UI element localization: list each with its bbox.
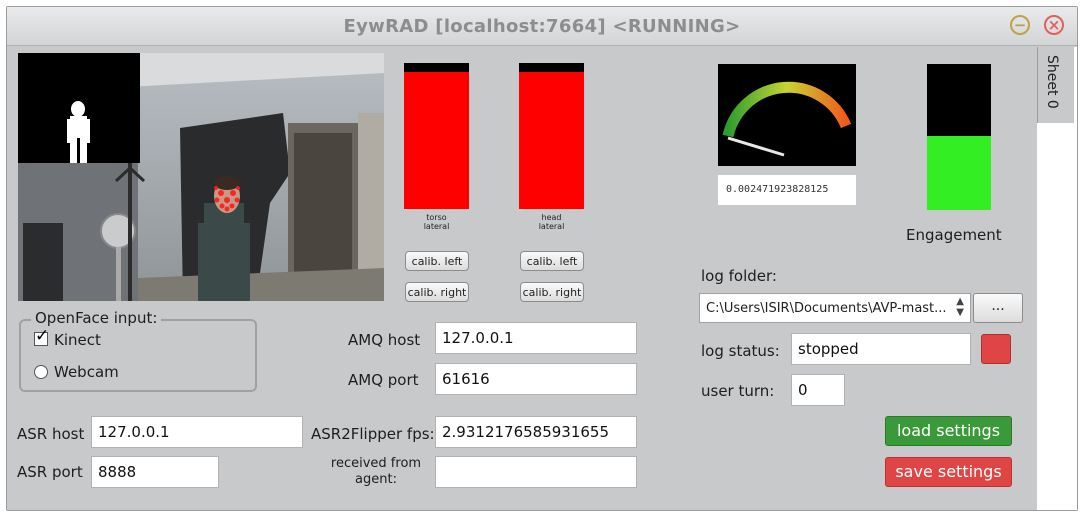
- webcam-radio[interactable]: [34, 365, 48, 379]
- amq-host-input[interactable]: 127.0.0.1: [435, 322, 637, 354]
- log-status-indicator: [981, 334, 1011, 364]
- title-bar: EywRAD [localhost:7664] <RUNNING> − ×: [7, 7, 1077, 46]
- user-turn-field: 0: [791, 374, 845, 406]
- torso-label: torso lateral: [404, 213, 469, 231]
- torso-label-line2: lateral: [423, 222, 450, 231]
- asr2flipper-fps-label: ASR2Flipper fps:: [311, 425, 435, 443]
- minimize-icon[interactable]: −: [1010, 15, 1030, 35]
- log-status-field: stopped: [791, 333, 971, 365]
- received-label-line1: received from: [330, 456, 422, 471]
- log-folder-select[interactable]: C:\Users\ISIR\Documents\AVP-mast... ▲ ▼: [699, 293, 971, 323]
- head-bar: [519, 63, 584, 209]
- user-turn-label: user turn:: [701, 382, 775, 400]
- kinect-label: Kinect: [54, 331, 101, 349]
- head-calib-left-button[interactable]: calib. left: [520, 251, 584, 271]
- openface-legend: OpenFace input:: [31, 309, 162, 327]
- torso-label-line1: torso: [426, 213, 447, 222]
- log-status-label: log status:: [701, 342, 780, 360]
- asr-host-input[interactable]: 127.0.0.1: [91, 416, 303, 448]
- camera-view: [18, 53, 384, 301]
- head-label-line2: lateral: [538, 222, 565, 231]
- asr2flipper-fps-input[interactable]: 2.9312176585931655: [435, 416, 637, 448]
- head-bar-fill: [519, 71, 584, 209]
- app-window: EywRAD [localhost:7664] <RUNNING> − × Sh…: [6, 6, 1078, 511]
- received-label-line2: agent:: [355, 472, 397, 487]
- asr-host-label: ASR host: [17, 425, 85, 443]
- torso-calib-right-button[interactable]: calib. right: [405, 282, 469, 302]
- openface-group: [19, 319, 257, 392]
- torso-bar-fill: [404, 71, 469, 209]
- received-from-agent-input[interactable]: [435, 456, 637, 488]
- updown-icon: ▲ ▼: [956, 296, 964, 318]
- checkmark-icon: ✓: [35, 326, 50, 346]
- head-label-line1: head: [541, 213, 562, 222]
- asr-port-input[interactable]: 8888: [91, 456, 219, 488]
- amq-port-input[interactable]: 61616: [435, 363, 637, 395]
- window-title: EywRAD [localhost:7664] <RUNNING>: [343, 16, 741, 37]
- gauge: [718, 64, 856, 166]
- gauge-icon: [722, 81, 852, 157]
- torso-bar: [404, 63, 469, 209]
- load-settings-button[interactable]: load settings: [885, 416, 1012, 446]
- torso-calib-left-button[interactable]: calib. left: [405, 251, 469, 271]
- save-settings-button[interactable]: save settings: [885, 457, 1012, 487]
- head-calib-right-button[interactable]: calib. right: [520, 282, 584, 302]
- engagement-bar-fill: [927, 135, 991, 210]
- amq-port-label: AMQ port: [348, 371, 419, 389]
- tab-sheet-0-label: Sheet 0: [1044, 55, 1060, 109]
- webcam-label: Webcam: [54, 363, 119, 381]
- browse-button[interactable]: ...: [973, 293, 1023, 323]
- camera-image: [18, 53, 384, 301]
- asr-port-label: ASR port: [17, 463, 83, 481]
- engagement-label: Engagement: [906, 226, 1002, 244]
- log-folder-value: C:\Users\ISIR\Documents\AVP-mast...: [706, 301, 947, 316]
- close-icon[interactable]: ×: [1044, 15, 1064, 35]
- engagement-bar: [927, 64, 991, 210]
- gauge-value: 0.002471923828125: [718, 175, 856, 205]
- log-folder-label: log folder:: [701, 267, 777, 285]
- amq-host-label: AMQ host: [348, 331, 421, 349]
- received-from-agent-label: received from agent:: [325, 456, 427, 488]
- head-label: head lateral: [519, 213, 584, 231]
- kinect-checkbox[interactable]: ✓: [34, 326, 49, 346]
